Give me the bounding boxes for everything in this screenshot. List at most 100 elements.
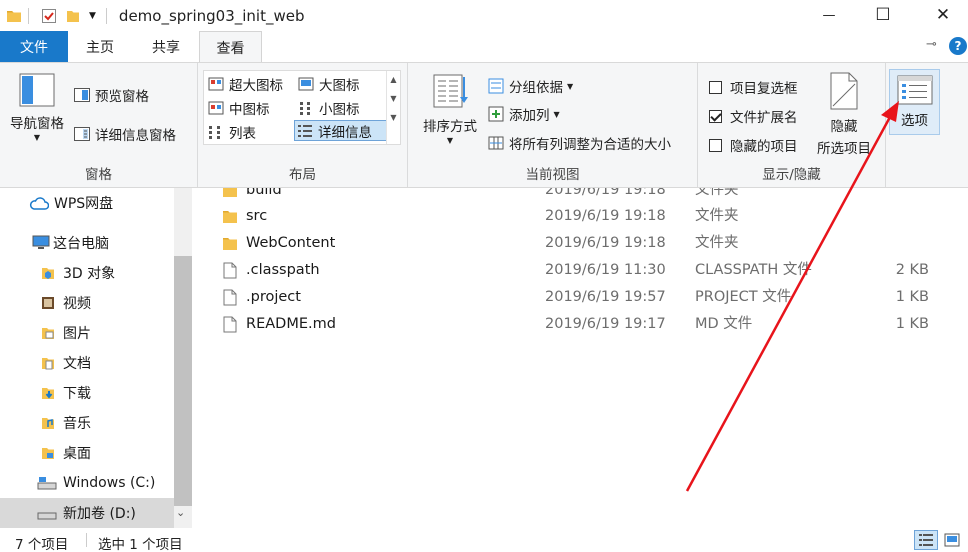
details-pane-icon [74, 127, 90, 141]
videos-icon [42, 297, 54, 309]
nav-item-pictures[interactable]: 图片 [0, 318, 174, 348]
nav-item-label: 音乐 [63, 416, 91, 432]
nav-item-label: Windows (C:) [63, 475, 156, 491]
table-row[interactable]: .project 2019/6/19 19:57 PROJECT 文件 1 KB [192, 284, 968, 311]
panes-group: 导航窗格 ▼ 预览窗格 详细信息窗格 窗格 [0, 63, 198, 187]
nav-item-downloads[interactable]: 下载 [0, 378, 174, 408]
drive-c-icon [37, 477, 57, 490]
navigation-pane-button[interactable]: 导航窗格 ▼ [4, 73, 70, 142]
item-check-boxes-label: 项目复选框 [730, 81, 798, 97]
scroll-down-icon[interactable]: ⌄ [176, 506, 185, 519]
file-icon [223, 289, 237, 306]
item-check-boxes-checkbox[interactable] [709, 80, 722, 94]
downloads-icon [42, 388, 54, 399]
table-row[interactable]: src 2019/6/19 19:18 文件夹 [192, 203, 968, 230]
file-name: README.md [246, 316, 336, 332]
options-icon [897, 75, 932, 105]
table-row[interactable]: .classpath 2019/6/19 11:30 CLASSPATH 文件 … [192, 257, 968, 284]
chevron-down-icon: ▼ [446, 136, 454, 145]
file-list: build 2019/6/19 19:18 文件夹 src 2019/6/19 … [192, 188, 968, 528]
details-view-button[interactable] [914, 530, 938, 550]
nav-item-music[interactable]: 音乐 [0, 408, 174, 438]
selected-count: 选中 1 个项目 [98, 537, 183, 552]
status-bar: 7 个项目 选中 1 个项目 [0, 528, 968, 552]
layout-details[interactable]: 详细信息 [294, 120, 387, 141]
new-folder-icon[interactable] [65, 8, 81, 24]
details-pane-button[interactable]: 详细信息窗格 [74, 124, 176, 144]
file-extensions-label: 文件扩展名 [730, 110, 798, 126]
file-type: 文件夹 [695, 188, 739, 198]
list-label: 列表 [229, 125, 256, 142]
navigation-scrollbar-thumb[interactable] [174, 256, 192, 506]
add-columns-button[interactable]: 添加列 ▼ [488, 104, 560, 124]
item-check-boxes-toggle[interactable]: 项目复选框 [709, 77, 798, 97]
quick-access-dropdown-icon[interactable]: ▼ [89, 11, 96, 21]
nav-item-this-pc[interactable]: 这台电脑 [0, 228, 174, 258]
pictures-icon [42, 328, 54, 339]
nav-item-desktop[interactable]: 桌面 [0, 438, 174, 468]
file-name: .classpath [246, 262, 320, 278]
tab-view[interactable]: 查看 [199, 31, 262, 63]
status-divider [86, 533, 87, 547]
group-by-button[interactable]: 分组依据 ▼ [488, 76, 573, 96]
nav-item-wps-cloud[interactable]: WPS网盘 [0, 188, 174, 218]
close-button[interactable]: ✕ [920, 0, 966, 30]
table-row[interactable]: WebContent 2019/6/19 19:18 文件夹 [192, 230, 968, 257]
pin-ribbon-icon[interactable]: ⊸ [926, 37, 937, 52]
file-extensions-toggle[interactable]: 文件扩展名 [709, 106, 798, 126]
tab-home[interactable]: 主页 [72, 31, 128, 62]
gallery-expand-icon[interactable]: ▼ [387, 113, 400, 122]
extra-large-icons-icon [208, 77, 224, 90]
navigation-pane-label: 导航窗格 [10, 116, 64, 132]
hide-selected-button[interactable]: 隐藏 所选项目 [812, 72, 876, 157]
nav-item-drive-c[interactable]: Windows (C:) [0, 468, 174, 498]
nav-item-label: 图片 [63, 326, 91, 342]
folder-icon [223, 238, 237, 250]
hidden-items-toggle[interactable]: 隐藏的项目 [709, 135, 798, 155]
size-columns-icon [488, 136, 504, 150]
preview-pane-button[interactable]: 预览窗格 [74, 85, 149, 105]
maximize-button[interactable]: ☐ [860, 0, 906, 30]
show-hide-group-label: 显示/隐藏 [762, 167, 821, 183]
layout-list[interactable]: 列表 [206, 121, 256, 142]
minimize-button[interactable]: — [806, 0, 852, 30]
gallery-scroll-down-icon[interactable]: ▼ [387, 94, 400, 103]
nav-item-documents[interactable]: 文档 [0, 348, 174, 378]
file-size [852, 203, 929, 230]
file-date: 2019/6/19 19:18 [545, 235, 666, 251]
table-row[interactable]: README.md 2019/6/19 19:17 MD 文件 1 KB [192, 311, 968, 338]
gallery-scroll-up-icon[interactable]: ▲ [387, 75, 400, 84]
help-icon[interactable]: ? [949, 37, 967, 55]
hidden-items-checkbox[interactable] [709, 138, 722, 152]
nav-item-drive-d[interactable]: 新加卷 (D:) [0, 498, 174, 528]
maximize-icon: ☐ [875, 5, 891, 25]
file-date: 2019/6/19 19:57 [545, 289, 666, 305]
file-extensions-checkbox[interactable] [709, 109, 722, 123]
navigation-scrollbar[interactable]: ⌄ [174, 188, 192, 528]
layout-large-icons[interactable]: 大图标 [296, 73, 360, 94]
file-name: .project [246, 289, 301, 305]
tab-file[interactable]: 文件 [0, 31, 68, 62]
file-date: 2019/6/19 11:30 [545, 262, 666, 278]
layout-medium-icons[interactable]: 中图标 [206, 97, 270, 118]
layout-small-icons[interactable]: 小图标 [296, 97, 360, 118]
medium-icons-label: 中图标 [229, 101, 270, 118]
size-all-columns-button[interactable]: 将所有列调整为合适的大小 [488, 133, 671, 153]
nav-item-3d-objects[interactable]: 3D 对象 [0, 258, 174, 288]
extra-large-icons-label: 超大图标 [229, 77, 283, 94]
folder-icon[interactable] [6, 8, 22, 24]
file-date: 2019/6/19 19:18 [545, 208, 666, 224]
nav-item-label: 下载 [63, 386, 91, 402]
tab-share[interactable]: 共享 [138, 31, 194, 62]
nav-item-videos[interactable]: 视频 [0, 288, 174, 318]
chevron-down-icon: ▼ [567, 81, 574, 91]
layout-extra-large-icons[interactable]: 超大图标 [206, 73, 283, 94]
properties-check-icon[interactable] [41, 8, 57, 24]
sort-by-button[interactable]: 排序方式 ▼ [418, 73, 482, 145]
table-row[interactable]: build 2019/6/19 19:18 文件夹 [192, 188, 968, 204]
gallery-scrollbar[interactable]: ▲ ▼ ▼ [386, 71, 400, 144]
layout-group: 超大图标 大图标 中图标 小图标 列表 详细信息 ▲ ▼ ▼ 布局 [198, 63, 408, 187]
large-icons-view-button[interactable] [940, 530, 964, 550]
nav-item-label: 文档 [63, 356, 91, 372]
options-button[interactable]: 选项 [889, 69, 940, 135]
